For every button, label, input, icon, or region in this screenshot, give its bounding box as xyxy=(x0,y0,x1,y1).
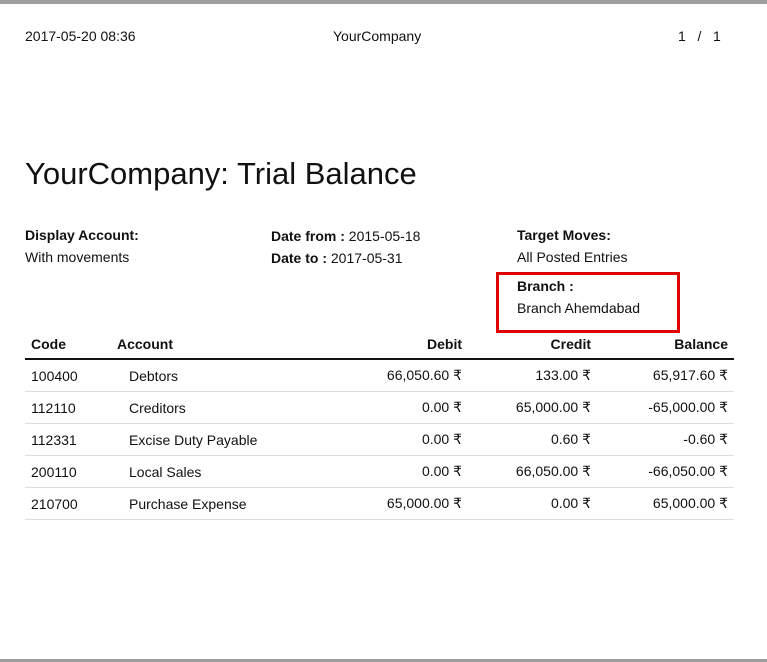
cell-debit: 0.00 ₹ xyxy=(301,391,468,424)
table-header-row: Code Account Debit Credit Balance xyxy=(25,330,734,360)
page-top-rule xyxy=(0,0,767,4)
page-separator: / xyxy=(697,28,702,44)
cell-credit: 133.00 ₹ xyxy=(468,359,597,392)
cell-account: Debtors xyxy=(111,359,301,392)
column-header-debit: Debit xyxy=(301,330,468,360)
branch-highlight-box xyxy=(496,272,680,333)
page-current: 1 xyxy=(678,28,686,44)
table-row: 100400 Debtors 66,050.60 ₹ 133.00 ₹ 65,9… xyxy=(25,359,734,392)
cell-account: Excise Duty Payable xyxy=(111,423,301,456)
cell-code: 112110 xyxy=(25,391,111,424)
table-row: 112331 Excise Duty Payable 0.00 ₹ 0.60 ₹… xyxy=(25,423,734,456)
cell-debit: 0.00 ₹ xyxy=(301,455,468,488)
cell-debit: 0.00 ₹ xyxy=(301,423,468,456)
cell-balance: -66,050.00 ₹ xyxy=(597,455,734,488)
print-datetime: 2017-05-20 08:36 xyxy=(25,28,136,44)
target-moves-value: All Posted Entries xyxy=(517,249,628,265)
column-header-credit: Credit xyxy=(468,330,597,360)
cell-credit: 0.60 ₹ xyxy=(468,423,597,456)
column-header-balance: Balance xyxy=(597,330,734,360)
cell-balance: -0.60 ₹ xyxy=(597,423,734,456)
display-account-label: Display Account: xyxy=(25,227,139,243)
header-company: YourCompany xyxy=(333,28,422,44)
date-to: Date to : 2017-05-31 xyxy=(271,250,403,266)
date-from-label: Date from : xyxy=(271,228,345,244)
column-header-account: Account xyxy=(111,330,301,360)
cell-debit: 65,000.00 ₹ xyxy=(301,487,468,520)
trial-balance-table: Code Account Debit Credit Balance 100400… xyxy=(25,330,734,520)
table-row: 210700 Purchase Expense 65,000.00 ₹ 0.00… xyxy=(25,487,734,520)
cell-account: Creditors xyxy=(111,391,301,424)
cell-account: Purchase Expense xyxy=(111,487,301,520)
cell-balance: 65,000.00 ₹ xyxy=(597,487,734,520)
page-total: 1 xyxy=(713,28,721,44)
cell-code: 100400 xyxy=(25,359,111,392)
table-row: 200110 Local Sales 0.00 ₹ 66,050.00 ₹ -6… xyxy=(25,455,734,488)
cell-account: Local Sales xyxy=(111,455,301,488)
page-number: 1 / 1 xyxy=(678,28,721,44)
cell-code: 200110 xyxy=(25,455,111,488)
cell-credit: 65,000.00 ₹ xyxy=(468,391,597,424)
date-from: Date from : 2015-05-18 xyxy=(271,228,420,244)
cell-code: 210700 xyxy=(25,487,111,520)
cell-credit: 66,050.00 ₹ xyxy=(468,455,597,488)
cell-code: 112331 xyxy=(25,423,111,456)
target-moves-label: Target Moves: xyxy=(517,227,611,243)
table-row: 112110 Creditors 0.00 ₹ 65,000.00 ₹ -65,… xyxy=(25,391,734,424)
column-header-code: Code xyxy=(25,330,111,360)
date-from-value: 2015-05-18 xyxy=(348,228,421,244)
cell-debit: 66,050.60 ₹ xyxy=(301,359,468,392)
cell-balance: -65,000.00 ₹ xyxy=(597,391,734,424)
report-title: YourCompany: Trial Balance xyxy=(25,156,417,191)
cell-credit: 0.00 ₹ xyxy=(468,487,597,520)
date-to-value: 2017-05-31 xyxy=(330,250,403,266)
date-to-label: Date to : xyxy=(271,250,327,266)
cell-balance: 65,917.60 ₹ xyxy=(597,359,734,392)
display-account-value: With movements xyxy=(25,249,130,265)
